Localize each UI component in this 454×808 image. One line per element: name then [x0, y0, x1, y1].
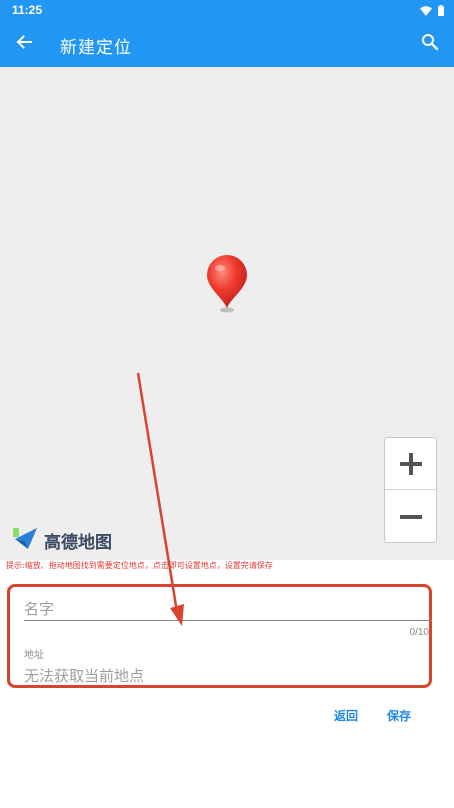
amap-logo-icon	[12, 525, 40, 555]
zoom-out-button[interactable]	[385, 491, 436, 543]
wifi-icon	[420, 1, 432, 20]
zoom-control	[384, 437, 437, 543]
page-title: 新建定位	[60, 38, 132, 58]
arrow-left-icon	[15, 33, 33, 55]
back-button[interactable]: 返回	[322, 702, 370, 728]
battery-icon	[438, 1, 444, 20]
map-view[interactable]: 高德地图	[0, 67, 454, 560]
map-provider-name: 高德地图	[44, 532, 112, 553]
status-bar: 11:25	[0, 0, 454, 20]
app-bar: 新建定位	[0, 20, 454, 67]
app-screen: 11:25 新建定位 高德地图 提示:缩放、拖动地图找到需要定位地点，点击即可设…	[0, 0, 454, 808]
map-pin-icon	[203, 254, 251, 314]
hint-text: 提示:缩放、拖动地图找到需要定位地点，点击即可设置地点，设置完请保存	[6, 561, 273, 570]
address-label: 地址	[24, 650, 44, 661]
back-arrow-button[interactable]	[6, 26, 42, 62]
status-time: 11:25	[12, 3, 43, 17]
location-form: 0/10 地址 无法获取当前地点	[7, 584, 432, 688]
status-icons	[420, 4, 444, 16]
address-value: 无法获取当前地点	[24, 667, 145, 685]
search-icon	[421, 33, 439, 55]
map-provider-logo: 高德地图	[12, 525, 112, 555]
name-char-counter: 0/10	[409, 627, 429, 638]
zoom-in-button[interactable]	[385, 438, 436, 490]
name-input[interactable]	[24, 597, 424, 621]
name-input-underline	[24, 620, 432, 621]
save-button[interactable]: 保存	[375, 702, 423, 728]
search-button[interactable]	[412, 26, 448, 62]
